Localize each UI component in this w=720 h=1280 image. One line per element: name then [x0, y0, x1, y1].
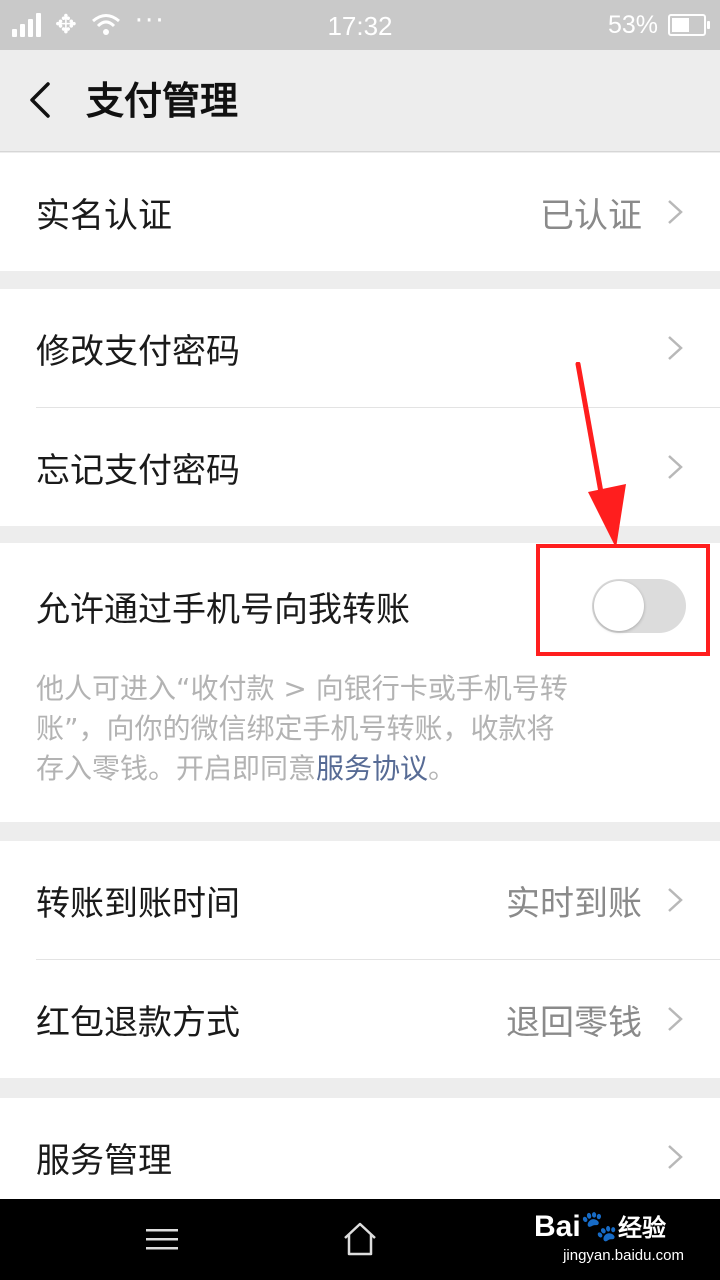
page-title: 支付管理	[86, 79, 239, 123]
row-label: 转账到账时间	[36, 883, 240, 924]
chevron-right-icon	[668, 1145, 683, 1169]
description-line: 账”，向你的微信绑定手机号转账，收款将	[36, 712, 555, 745]
chevron-right-icon	[668, 1007, 683, 1031]
service-agreement-link[interactable]: 服务协议	[316, 752, 428, 785]
annotation-highlight-box	[536, 544, 710, 656]
row-value: 实时到账	[506, 883, 642, 924]
row-label: 忘记支付密码	[36, 450, 240, 491]
row-label: 实名认证	[36, 195, 172, 236]
description-line: 存入零钱。开启即同意服务协议。	[36, 749, 680, 789]
row-label: 允许通过手机号向我转账	[36, 589, 410, 630]
chevron-right-icon	[668, 888, 683, 912]
phone-transfer-description: 他人可进入“收付款 > 向银行卡或手机号转 账”，向你的微信绑定手机号转账，收款…	[0, 669, 720, 789]
chevron-right-icon	[668, 200, 683, 224]
system-nav-bar: Bai🐾经验 jingyan.baidu.com	[0, 1199, 720, 1280]
menu-icon[interactable]	[146, 1227, 178, 1251]
watermark-url: jingyan.baidu.com	[563, 1247, 684, 1264]
watermark-brand-text: Bai	[534, 1210, 581, 1243]
row-label: 红包退款方式	[36, 1002, 240, 1043]
watermark-brand-suffix: 经验	[618, 1215, 667, 1242]
battery-icon	[668, 14, 710, 36]
annotation-arrow-icon	[575, 362, 626, 548]
settings-group-verification: 实名认证 已认证	[0, 153, 720, 271]
row-transfer-time[interactable]: 转账到账时间 实时到账	[0, 841, 720, 959]
watermark-brand: Bai🐾经验	[534, 1209, 684, 1247]
row-value: 已认证	[540, 195, 642, 236]
battery-percent: 53%	[607, 10, 658, 39]
row-label: 修改支付密码	[36, 331, 240, 372]
row-value: 退回零钱	[506, 1002, 642, 1043]
baidu-jingyan-watermark: Bai🐾经验 jingyan.baidu.com	[534, 1209, 684, 1271]
row-service-management[interactable]: 服务管理	[0, 1098, 720, 1199]
settings-group-service: 服务管理	[0, 1098, 720, 1199]
description-text: 存入零钱。开启即同意	[36, 752, 317, 785]
back-icon[interactable]	[20, 78, 64, 122]
paw-icon: 🐾	[580, 1210, 619, 1243]
home-icon[interactable]	[342, 1221, 378, 1257]
description-text: 。	[428, 752, 457, 785]
nav-bar: 支付管理	[0, 50, 720, 152]
chevron-right-icon	[668, 336, 683, 360]
status-bar: ✥ ··· 17:32 53%	[0, 0, 720, 50]
description-line: 他人可进入“收付款 > 向银行卡或手机号转	[36, 672, 568, 705]
row-red-packet-refund[interactable]: 红包退款方式 退回零钱	[0, 960, 720, 1078]
chevron-right-icon	[668, 455, 683, 479]
row-label: 服务管理	[36, 1140, 172, 1181]
row-real-name[interactable]: 实名认证 已认证	[0, 153, 720, 271]
settings-group-transfer: 转账到账时间 实时到账 红包退款方式 退回零钱	[0, 841, 720, 1078]
